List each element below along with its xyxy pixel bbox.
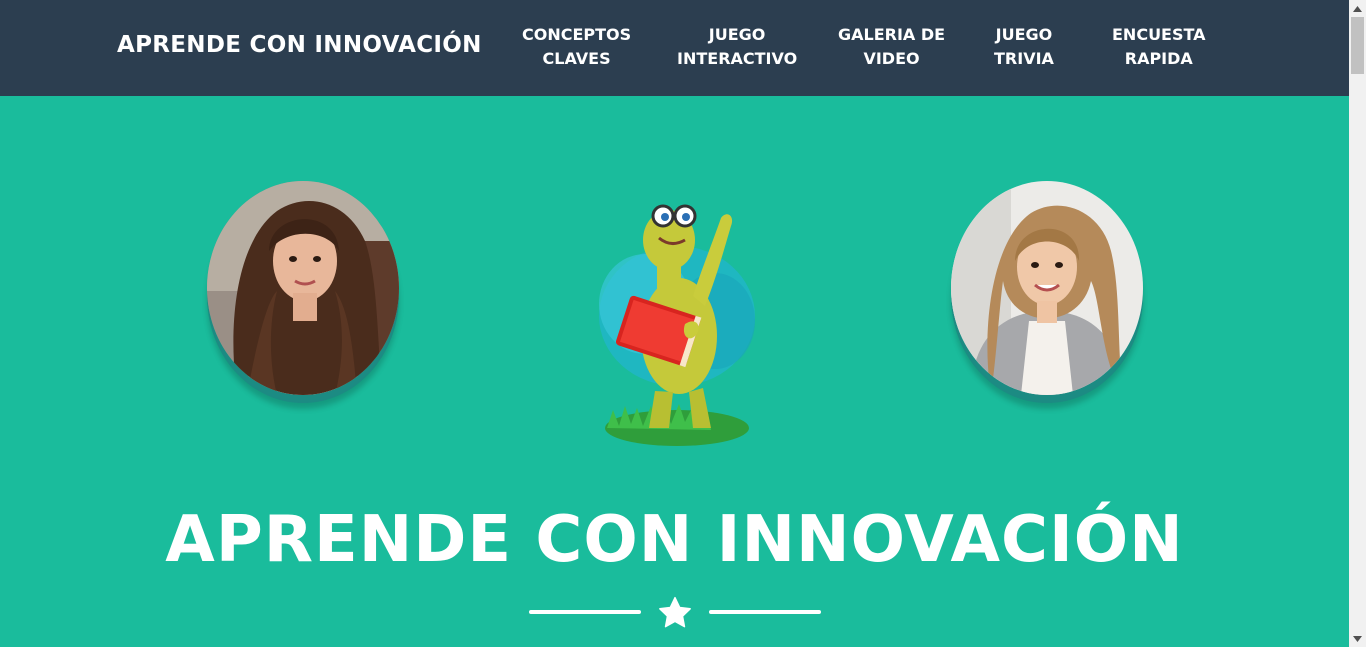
scrollbar-thumb[interactable] <box>1351 17 1364 74</box>
turtle-mascot-image <box>599 204 755 446</box>
nav-label-line2: RAPIDA <box>1124 49 1193 68</box>
nav-label-line1: ENCUESTA <box>1112 25 1206 44</box>
nav-juego-trivia[interactable]: JUEGO TRIVIA <box>994 23 1054 71</box>
portrait-photo <box>951 181 1143 395</box>
hero-title: APRENDE CON INNOVACIÓN <box>165 503 1184 577</box>
scroll-up-arrow-icon[interactable] <box>1349 0 1366 17</box>
brand-link[interactable]: APRENDE CON INNOVACIÓN <box>117 32 482 58</box>
scrollbar[interactable] <box>1349 0 1366 647</box>
scroll-down-arrow-icon[interactable] <box>1349 630 1366 647</box>
nav-label-line2: TRIVIA <box>994 49 1054 68</box>
nav-label-line1: JUEGO <box>708 25 766 44</box>
nav-label-line2: INTERACTIVO <box>677 49 798 68</box>
nav-label-line2: CLAVES <box>542 49 611 68</box>
divider-line-left <box>529 610 641 614</box>
star-icon <box>659 596 691 628</box>
nav-conceptos-claves[interactable]: CONCEPTOS CLAVES <box>522 23 631 71</box>
divider-line-right <box>709 610 821 614</box>
nav-encuesta-rapida[interactable]: ENCUESTA RAPIDA <box>1112 23 1206 71</box>
nav-galeria-de-video[interactable]: GALERIA DE VIDEO <box>838 23 945 71</box>
nav-label-line2: VIDEO <box>863 49 920 68</box>
portrait-photo <box>207 181 399 395</box>
nav-label-line1: GALERIA DE <box>838 25 946 44</box>
navbar: APRENDE CON INNOVACIÓN CONCEPTOS CLAVES … <box>0 0 1349 96</box>
nav-label-line1: CONCEPTOS <box>522 25 632 44</box>
nav-label-line1: JUEGO <box>995 25 1053 44</box>
nav-juego-interactivo[interactable]: JUEGO INTERACTIVO <box>677 23 797 71</box>
avatar-left <box>207 181 399 395</box>
avatar-right <box>951 181 1143 395</box>
